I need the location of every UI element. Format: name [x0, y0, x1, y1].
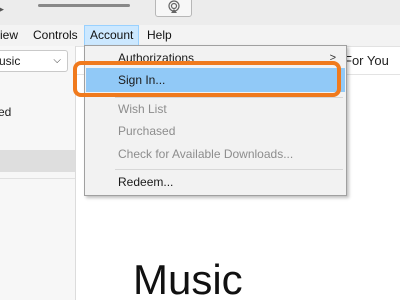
- airplay-icon: [168, 0, 180, 13]
- media-kind-label: usic: [0, 54, 21, 68]
- airplay-button[interactable]: [155, 0, 192, 17]
- menu-item-check-downloads: Check for Available Downloads...: [85, 143, 346, 165]
- menu-bar: iew Controls Account Help: [0, 25, 400, 47]
- player-toolbar: ▶: [0, 0, 400, 25]
- menu-view[interactable]: iew: [0, 25, 23, 46]
- menu-item-label: Check for Available Downloads...: [118, 147, 294, 161]
- menu-controls[interactable]: Controls: [28, 25, 83, 46]
- sidebar-item-label[interactable]: ed: [0, 105, 11, 119]
- menu-account[interactable]: Account: [84, 25, 140, 46]
- menu-item-label: Purchased: [118, 124, 176, 138]
- menu-item-redeem[interactable]: Redeem...: [85, 171, 346, 193]
- play-icon[interactable]: ▶: [0, 1, 4, 17]
- chevron-down-icon: ⌵: [53, 55, 61, 66]
- menu-item-label: Redeem...: [118, 175, 174, 189]
- tab-for-you[interactable]: For You: [344, 53, 389, 68]
- page-title: Music: [133, 256, 243, 303]
- menu-separator: [115, 169, 343, 170]
- menu-item-purchased: Purchased: [85, 120, 346, 142]
- menu-help[interactable]: Help: [142, 25, 177, 46]
- media-kind-select[interactable]: usic ⌵: [0, 50, 68, 72]
- volume-slider[interactable]: [38, 1, 175, 16]
- menu-item-label: Wish List: [118, 102, 167, 116]
- sidebar: usic ⌵ ed: [0, 46, 76, 300]
- sidebar-divider: [0, 178, 75, 179]
- callout-highlight-box: [73, 61, 341, 97]
- menu-item-wish-list: Wish List: [85, 98, 346, 120]
- sidebar-selected-item[interactable]: [0, 150, 75, 172]
